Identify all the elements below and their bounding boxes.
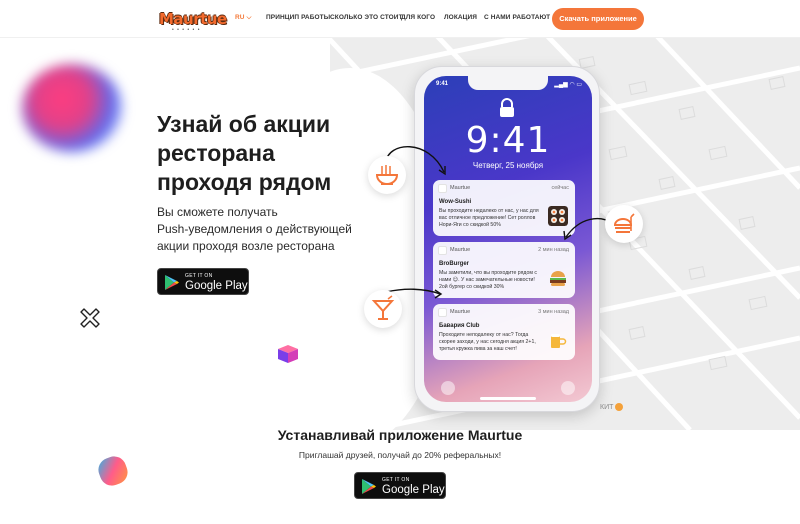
notification-body: Проходите неподалеку от нас? Тогда скоре…: [439, 332, 536, 352]
logo-text: Maurtue: [159, 10, 227, 28]
hero-subtitle-line: Вы сможете получать: [157, 205, 278, 219]
nav-link-pricing[interactable]: СКОЛЬКО ЭТО СТОИТ: [330, 14, 403, 21]
status-icons: ▂▄▆ ◠ ▭: [554, 82, 582, 88]
hero-subtitle: Вы сможете получать Push-уведомления о д…: [157, 204, 357, 255]
beer-thumbnail-icon: [551, 334, 567, 348]
decorative-gradient-blob: [22, 64, 122, 152]
notification-body: Мы заметили, что вы проходите рядом с на…: [439, 270, 537, 290]
install-title: Устанавливай приложение Maurtue: [277, 427, 523, 443]
logo[interactable]: Maurtue • • • • • •: [156, 6, 227, 33]
phone-notch: [468, 76, 548, 90]
google-play-icon: [165, 275, 179, 290]
fastfood-poi: [605, 205, 643, 243]
hero-subtitle-line: акции проходя возле ресторана: [157, 239, 335, 253]
hero-title-line: проходя рядом: [157, 169, 332, 195]
notification-title: Бавария Club: [439, 323, 480, 329]
noodles-icon: [375, 165, 399, 185]
nav-link-partners[interactable]: С НАМИ РАБОТАЮТ: [484, 14, 550, 21]
notification-app: Maurtue: [450, 247, 471, 253]
nav-link-location[interactable]: ЛОКАЦИЯ: [444, 14, 477, 21]
notification-card[interactable]: Maurtue сейчас Wow-Sushi Вы проходите не…: [433, 180, 575, 236]
google-play-button-bottom[interactable]: GET IT ON Google Play: [354, 472, 446, 499]
hero-title-line: Узнай об акции: [157, 111, 331, 137]
nav-link-for-whom[interactable]: ДЛЯ КОГО: [401, 14, 435, 21]
notification-time: 3 мин назад: [538, 309, 569, 315]
language-switcher[interactable]: RU ⌵: [235, 14, 252, 22]
fastfood-icon: [613, 213, 635, 233]
burger-thumbnail-icon: [550, 271, 566, 286]
hero-title-line: ресторана: [157, 140, 275, 166]
notification-card[interactable]: Maurtue 2 мин назад BroBurger Мы заметил…: [433, 242, 575, 298]
lock-icon: [500, 98, 514, 117]
status-time: 9:41: [436, 81, 449, 87]
notification-card[interactable]: Maurtue 3 мин назад Бавария Club Проходи…: [433, 304, 575, 360]
notification-title: Wow-Sushi: [439, 199, 472, 205]
store-badge-small-text: GET IT ON: [185, 273, 213, 279]
hero-subtitle-line: Push-уведомления о действующей: [157, 222, 352, 236]
noodles-poi: [368, 156, 406, 194]
site-header: Maurtue • • • • • • RU ⌵ ПРИНЦИП РАБОТЫ …: [0, 0, 800, 38]
notification-app: Maurtue: [450, 185, 471, 191]
cocktail-icon: [371, 295, 395, 320]
store-badge-big-text: Google Play: [185, 280, 248, 292]
google-play-button-hero[interactable]: GET IT ON Google Play: [157, 268, 249, 295]
decorative-x-icon: [80, 308, 100, 328]
notification-body: Вы проходите недалеко от нас, у нас для …: [439, 208, 539, 228]
nav-link-how-it-works[interactable]: ПРИНЦИП РАБОТЫ: [266, 14, 330, 21]
hero-title: Узнай об акции ресторана проходя рядом: [157, 110, 357, 197]
notification-app: Maurtue: [450, 309, 471, 315]
map-poi-label: КИТ: [600, 403, 624, 411]
notification-title: BroBurger: [439, 261, 470, 267]
google-play-icon: [362, 479, 376, 494]
download-app-button[interactable]: Скачать приложение: [552, 8, 644, 30]
logo-decoration: • • • • • •: [172, 27, 201, 33]
store-badge-big-text: Google Play: [382, 484, 445, 496]
map-poi-marker-icon: [615, 403, 624, 411]
install-subtitle: Приглашай друзей, получай до 20% реферал…: [298, 450, 502, 460]
app-icon: [438, 184, 447, 193]
lock-screen-controls: [441, 381, 575, 400]
store-badge-small-text: GET IT ON: [382, 477, 410, 483]
notification-time: сейчас: [551, 185, 569, 191]
app-icon: [438, 246, 447, 255]
decorative-cube-icon: [278, 345, 298, 363]
cocktail-poi: [364, 290, 402, 328]
